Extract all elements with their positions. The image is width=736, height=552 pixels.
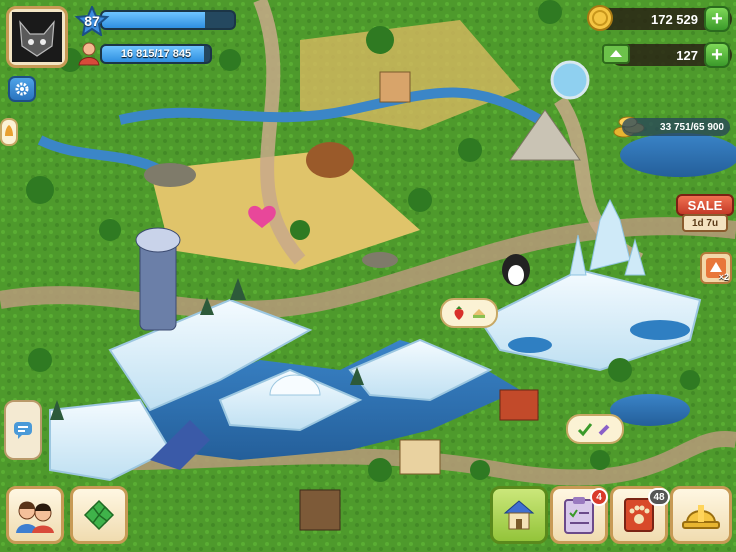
- gear-icon: [15, 82, 29, 96]
- zoopedia-badge: 48: [648, 488, 670, 506]
- shop-button[interactable]: [490, 486, 548, 544]
- coin-icon: [587, 5, 613, 31]
- sale-label: SALE: [676, 194, 734, 216]
- zoo-ticket-icon: [602, 44, 630, 64]
- bell-icon: [5, 125, 13, 136]
- cat-avatar-icon: [12, 12, 62, 62]
- level-star[interactable]: 87: [74, 6, 110, 36]
- settings-button[interactable]: [8, 76, 36, 102]
- clover-button[interactable]: [70, 486, 128, 544]
- buy-coins-button[interactable]: +: [704, 6, 730, 32]
- tickets-value: 127: [676, 47, 698, 63]
- build-button[interactable]: [670, 486, 732, 544]
- player-level: 87: [84, 13, 100, 29]
- tasks-badge: 4: [590, 488, 608, 506]
- strawberry-icon: [454, 306, 464, 320]
- brush-icon: [598, 424, 610, 436]
- xp-progress-bar: [100, 10, 236, 30]
- coins-value: 172 529: [651, 11, 698, 27]
- boost-button[interactable]: ×2: [700, 252, 732, 284]
- hard-hat-icon: [682, 505, 720, 529]
- zoo-map[interactable]: [0, 0, 736, 552]
- population-text: 16 815/17 845: [120, 48, 192, 60]
- sandwich-icon: [473, 309, 485, 318]
- clover-icon: [83, 499, 115, 531]
- sale-timer: 1d 7u: [682, 214, 728, 232]
- sale-offer[interactable]: SALE 1d 7u: [676, 194, 734, 238]
- collectable-gold-value: 33 751/65 900: [660, 121, 724, 133]
- side-notification[interactable]: [0, 118, 18, 146]
- task-complete-bubble[interactable]: [566, 414, 624, 444]
- visitors-icon: [78, 42, 100, 66]
- chat-button[interactable]: [4, 400, 42, 460]
- chat-icon: [14, 422, 32, 439]
- friends-icon: [16, 501, 54, 533]
- checkmark-icon: [577, 423, 593, 437]
- xp-progress-fill: [102, 12, 205, 28]
- collectable-gold[interactable]: 33 751/65 900: [622, 118, 730, 136]
- food-ready-bubble[interactable]: [440, 298, 498, 328]
- boost-multiplier: ×2: [718, 272, 729, 282]
- population-bar: 16 815/17 845: [100, 44, 212, 64]
- player-avatar[interactable]: [6, 6, 68, 68]
- friends-button[interactable]: [6, 486, 64, 544]
- shop-icon: [503, 500, 535, 530]
- buy-tickets-button[interactable]: +: [704, 42, 730, 68]
